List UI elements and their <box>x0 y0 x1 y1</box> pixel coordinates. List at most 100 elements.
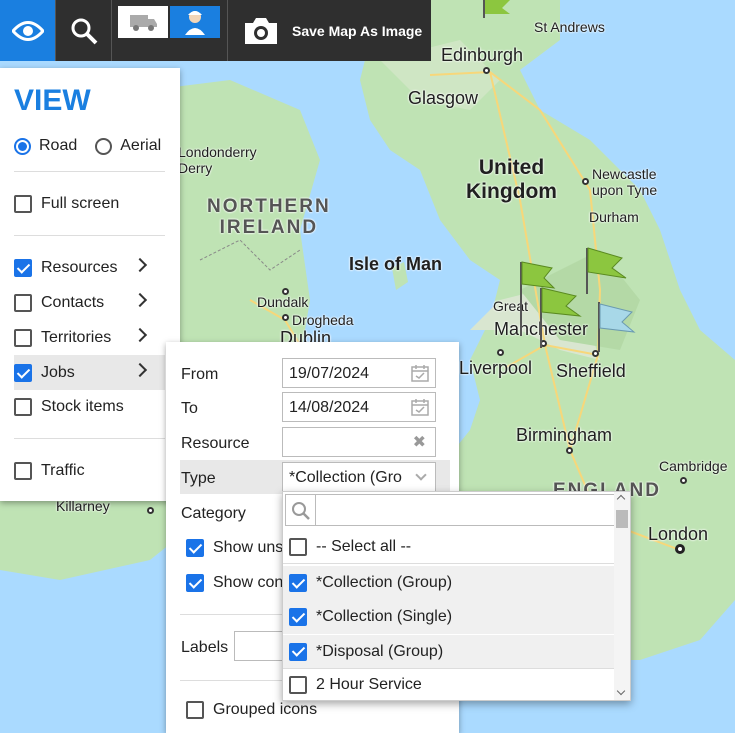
road-label: Road <box>39 137 78 154</box>
show-completed-option[interactable]: Show con <box>186 568 283 598</box>
scrollbar-thumb[interactable] <box>616 510 628 528</box>
view-button[interactable] <box>0 0 56 61</box>
job-flag-icon[interactable] <box>594 300 640 356</box>
full-screen-label: Full screen <box>41 195 120 212</box>
dropdown-item-label: *Collection (Single) <box>316 608 453 625</box>
map-label-newcastle: Newcastle upon Tyne <box>592 166 658 198</box>
chevron-right-icon[interactable] <box>132 257 148 273</box>
jobs-checkbox[interactable] <box>14 364 32 382</box>
dropdown-item-label: 2 Hour Service <box>316 676 422 693</box>
stock-items-checkbox[interactable] <box>14 398 32 416</box>
contacts-checkbox[interactable] <box>14 294 32 312</box>
map-label-united-kingdom: United Kingdom <box>466 156 557 203</box>
map-label-londonderry: Londonderry Derry <box>178 144 257 176</box>
map-city-dot <box>497 349 504 356</box>
eye-icon <box>11 20 44 41</box>
to-date-input[interactable]: 14/08/2024 <box>282 392 436 422</box>
type-dropdown: -- Select all -- *Collection (Group) *Co… <box>282 491 631 701</box>
show-unscheduled-label: Show uns <box>213 539 284 556</box>
show-completed-checkbox[interactable] <box>186 574 204 592</box>
select-all-checkbox[interactable] <box>289 537 307 556</box>
dropdown-scrollbar[interactable] <box>614 492 630 700</box>
show-completed-label: Show con <box>213 574 284 591</box>
save-map-image-button[interactable]: Save Map As Image <box>228 0 431 61</box>
aerial-radio[interactable] <box>95 137 113 155</box>
traffic-option[interactable]: Traffic <box>14 456 85 486</box>
item-checkbox[interactable] <box>289 574 307 592</box>
grouped-icons-label: Grouped icons <box>213 701 318 718</box>
from-label: From <box>181 366 219 383</box>
dropdown-item-select-all[interactable]: -- Select all -- <box>283 530 615 564</box>
grouped-icons-checkbox[interactable] <box>186 701 204 719</box>
camera-icon <box>245 17 277 44</box>
map-city-dot <box>282 314 289 321</box>
map-label-london: London <box>648 524 709 544</box>
dropdown-item-label: *Disposal (Group) <box>316 642 444 660</box>
item-checkbox[interactable] <box>289 642 307 661</box>
resources-label: Resources <box>41 259 118 276</box>
job-flag-icon[interactable] <box>536 284 586 350</box>
traffic-checkbox[interactable] <box>14 462 32 480</box>
map-label-drogheda: Drogheda <box>292 312 354 328</box>
dropdown-search[interactable] <box>285 494 615 526</box>
stock-items-label: Stock items <box>41 398 124 415</box>
dropdown-item[interactable]: *Collection (Single) <box>283 600 615 634</box>
resources-checkbox[interactable] <box>14 259 32 277</box>
resource-label: Resource <box>181 435 250 452</box>
dropdown-item[interactable]: *Disposal (Group) <box>283 635 615 669</box>
calendar-icon[interactable] <box>411 364 429 382</box>
map-label-isle-of-man: Isle of Man <box>349 254 443 274</box>
layer-stock-items[interactable]: Stock items <box>14 392 124 422</box>
show-unscheduled-option[interactable]: Show uns <box>186 533 283 563</box>
map-city-dot <box>566 447 573 454</box>
jobs-label: Jobs <box>41 364 75 381</box>
chevron-down-icon[interactable] <box>415 469 427 481</box>
full-screen-checkbox[interactable] <box>14 195 32 213</box>
scroll-down-icon[interactable] <box>616 686 626 696</box>
scroll-up-icon[interactable] <box>616 494 626 504</box>
show-unscheduled-checkbox[interactable] <box>186 539 204 557</box>
mode-toggle <box>112 0 228 61</box>
type-select[interactable]: *Collection (Gro <box>282 462 436 492</box>
person-mode-button[interactable] <box>170 6 220 38</box>
save-map-image-label: Save Map As Image <box>292 22 423 39</box>
to-date-value: 14/08/2024 <box>289 399 370 416</box>
dropdown-item[interactable]: 2 Hour Service <box>283 671 615 699</box>
job-flag-icon[interactable] <box>480 0 520 20</box>
chevron-right-icon[interactable] <box>132 327 148 343</box>
layer-territories[interactable]: Territories <box>14 323 165 353</box>
aerial-label: Aerial <box>120 137 162 154</box>
map-type-road[interactable]: Road Aerial <box>14 131 161 161</box>
chevron-right-icon[interactable] <box>132 292 148 308</box>
map-label-edinburgh: Edinburgh <box>441 45 524 65</box>
map-city-dot <box>680 477 687 484</box>
job-flag-icon[interactable] <box>582 246 632 296</box>
full-screen-option[interactable]: Full screen <box>14 189 119 219</box>
resource-input[interactable]: ✖ <box>282 427 436 457</box>
road-radio[interactable] <box>14 137 31 155</box>
territories-checkbox[interactable] <box>14 329 32 347</box>
clear-icon[interactable]: ✖ <box>413 432 426 452</box>
dropdown-search-input[interactable] <box>318 497 608 523</box>
map-city-dot <box>282 288 289 295</box>
layer-contacts[interactable]: Contacts <box>14 288 165 318</box>
divider <box>14 438 165 439</box>
chevron-right-icon[interactable] <box>132 362 148 378</box>
search-button[interactable] <box>56 0 112 61</box>
from-date-input[interactable]: 19/07/2024 <box>282 358 436 388</box>
layer-resources[interactable]: Resources <box>14 253 165 283</box>
vehicle-mode-button[interactable] <box>118 6 168 38</box>
traffic-label: Traffic <box>41 462 85 479</box>
from-date-value: 19/07/2024 <box>289 365 370 382</box>
calendar-icon[interactable] <box>411 398 429 416</box>
map-label-glasgow: Glasgow <box>408 88 479 108</box>
layer-jobs[interactable]: Jobs <box>14 358 165 388</box>
dropdown-item[interactable]: *Collection (Group) <box>283 566 615 600</box>
type-label: Type <box>181 470 216 487</box>
search-icon <box>71 18 97 44</box>
view-panel-title: VIEW <box>14 84 91 117</box>
item-checkbox[interactable] <box>289 676 307 694</box>
item-checkbox[interactable] <box>289 608 307 626</box>
category-label: Category <box>181 505 246 522</box>
map-label-liverpool: Liverpool <box>459 358 533 378</box>
